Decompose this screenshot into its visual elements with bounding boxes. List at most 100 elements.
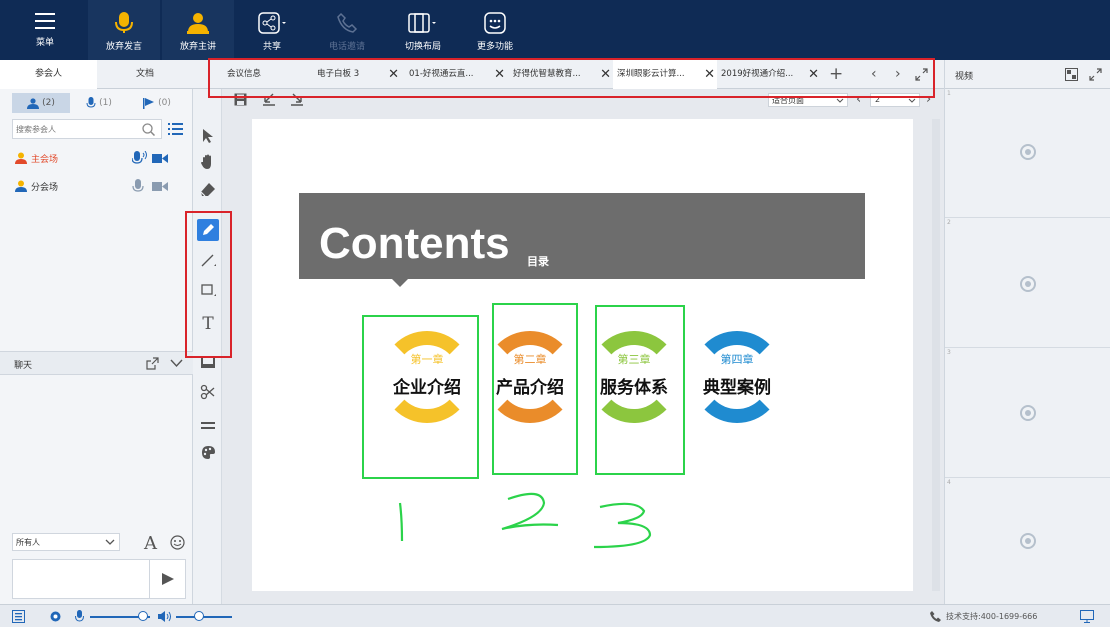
- video-slot[interactable]: 1: [945, 89, 1110, 218]
- send-button[interactable]: [150, 559, 186, 599]
- give-up-host-label: 放弃主讲: [179, 42, 216, 52]
- filter-all-button[interactable]: (2): [12, 93, 70, 113]
- emoji-icon[interactable]: [170, 535, 185, 550]
- mic-icon[interactable]: [132, 179, 144, 193]
- select-tool[interactable]: [197, 125, 219, 147]
- filter-mic-button[interactable]: (1): [70, 93, 128, 113]
- expand-icon[interactable]: [1089, 68, 1102, 81]
- phone-icon: [930, 611, 941, 622]
- chevron-down-icon: [105, 539, 115, 545]
- handwriting-annotations: [398, 492, 652, 549]
- palette-icon: [201, 445, 215, 459]
- filter-all-count: (2): [42, 98, 55, 108]
- participant-row[interactable]: 分会场: [14, 177, 184, 195]
- notice-icon[interactable]: [1080, 610, 1094, 623]
- hamburger-menu-icon: [35, 13, 55, 29]
- phone-icon: [337, 12, 358, 33]
- record-icon[interactable]: [50, 611, 61, 622]
- slide-page[interactable]: Contents 目录 第一章 企业介绍 第二章 产品介绍 第三章 服务体系 第…: [252, 119, 913, 591]
- more-functions-button[interactable]: 更多功能: [470, 0, 520, 60]
- menu-button[interactable]: 菜单: [20, 0, 70, 60]
- video-slot-number: 4: [947, 479, 951, 486]
- chat-recipient-select[interactable]: 所有人: [12, 533, 120, 551]
- share-label: 共享: [262, 42, 281, 52]
- search-icon[interactable]: [142, 123, 155, 136]
- highlight-tools-box: [185, 211, 232, 358]
- chevron-down-icon: [836, 98, 844, 103]
- support-hotline: 技术支持:400-1699-666: [946, 612, 1038, 621]
- filter-video-count: (0): [158, 98, 171, 108]
- video-slot-number: 1: [947, 90, 951, 97]
- participant-row[interactable]: 主会场: [14, 149, 184, 167]
- share-button[interactable]: 共享: [250, 0, 294, 60]
- video-flag-icon: [143, 97, 155, 109]
- hand-icon: [201, 154, 211, 169]
- list-view-icon[interactable]: [168, 123, 183, 135]
- video-slot[interactable]: 2: [945, 218, 1110, 348]
- participant-name: 主会场: [31, 154, 59, 165]
- scissors-icon: [200, 384, 215, 400]
- speaker-volume-slider[interactable]: [176, 616, 232, 618]
- status-bar: 技术支持:400-1699-666: [0, 604, 1110, 627]
- person-icon: [15, 180, 27, 192]
- video-panel: 视频 1 2 3 4: [944, 60, 1110, 604]
- speaker-icon: [158, 611, 171, 622]
- line-weight-icon: [201, 422, 215, 429]
- line-width-tool[interactable]: [197, 415, 219, 437]
- chevron-down-icon[interactable]: [170, 359, 183, 368]
- arrow-cursor-icon: [203, 129, 213, 143]
- mic-icon: [75, 610, 84, 622]
- chat-header: 聊天: [0, 351, 193, 375]
- microphone-icon: [115, 12, 133, 33]
- search-participants-box: [12, 119, 162, 139]
- scissors-tool[interactable]: [197, 381, 219, 403]
- color-palette-tool[interactable]: [197, 441, 219, 463]
- vertical-scrollbar[interactable]: [932, 119, 940, 591]
- chevron-down-icon: [908, 98, 916, 103]
- switch-layout-button[interactable]: 切换布局: [398, 0, 448, 60]
- participant-name: 分会场: [31, 182, 59, 193]
- mic-volume-handle[interactable]: [138, 611, 148, 621]
- eraser-icon: [200, 183, 215, 197]
- eraser-tool[interactable]: [197, 179, 219, 201]
- mic-active-icon[interactable]: [132, 151, 148, 165]
- left-panel-tabs: 参会人 文档: [0, 60, 193, 89]
- give-up-host-button[interactable]: 放弃主讲: [162, 0, 234, 60]
- filter-mic-count: (1): [99, 98, 112, 108]
- video-panel-title: 视频: [955, 72, 974, 82]
- search-participants-input[interactable]: [13, 120, 133, 138]
- video-camera-icon[interactable]: [152, 153, 168, 164]
- menu-label: 菜单: [35, 38, 54, 48]
- top-toolbar: 菜单 放弃发言 放弃主讲 共享 电话邀请 切换布局 更多功能: [0, 0, 1110, 60]
- layout-icon: [408, 13, 436, 33]
- chat-message-input[interactable]: [12, 559, 150, 599]
- font-size-icon[interactable]: A: [144, 533, 157, 554]
- webcam-icon: [1020, 276, 1036, 292]
- mic-icon: [86, 97, 96, 108]
- presenter-icon: [187, 13, 209, 34]
- grid-layout-icon[interactable]: [1065, 68, 1078, 81]
- speaker-volume-handle[interactable]: [194, 611, 204, 621]
- share-icon: [258, 12, 286, 34]
- tab-documents[interactable]: 文档: [97, 60, 193, 89]
- chat-recipient-value: 所有人: [16, 538, 40, 547]
- left-panel: (2) (1) (0) 主会场 分会场: [0, 89, 193, 604]
- chat-title: 聊天: [14, 361, 33, 371]
- give-up-speak-button[interactable]: 放弃发言: [88, 0, 160, 60]
- give-up-speak-label: 放弃发言: [105, 42, 142, 52]
- phone-invite-label: 电话邀请: [328, 42, 365, 52]
- filter-video-button[interactable]: (0): [128, 93, 186, 113]
- tab-participants[interactable]: 参会人: [0, 60, 97, 89]
- video-slot[interactable]: 4: [945, 478, 1110, 604]
- hand-tool[interactable]: [197, 151, 219, 173]
- switch-layout-label: 切换布局: [404, 42, 441, 52]
- popout-icon[interactable]: [146, 357, 159, 370]
- video-camera-icon[interactable]: [152, 181, 168, 192]
- video-slot-number: 3: [947, 349, 951, 356]
- video-slot[interactable]: 3: [945, 348, 1110, 478]
- phone-invite-button[interactable]: 电话邀请: [322, 0, 372, 60]
- send-arrow-icon: [161, 573, 174, 585]
- webcam-icon: [1020, 405, 1036, 421]
- list-icon[interactable]: [12, 610, 25, 623]
- presenter-icon: [15, 152, 27, 164]
